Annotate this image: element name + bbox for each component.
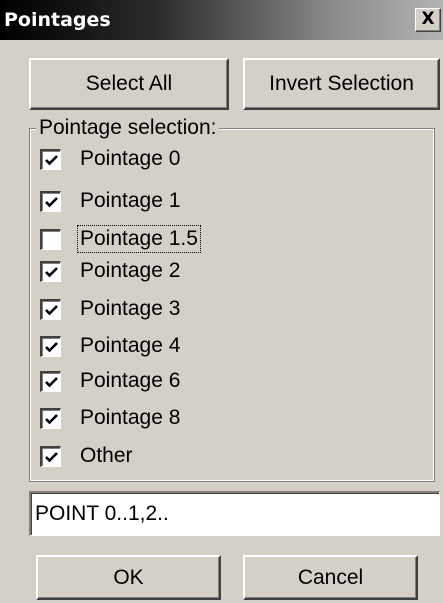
checkbox-label: Pointage 0	[80, 147, 181, 170]
checkbox-pointage-4[interactable]: Pointage 4	[40, 330, 182, 362]
ok-button[interactable]: OK	[36, 555, 221, 600]
checkmark-icon	[45, 196, 58, 207]
select-all-button[interactable]: Select All	[29, 58, 229, 110]
cancel-button[interactable]: Cancel	[243, 555, 418, 600]
pointage-filter-field[interactable]	[29, 491, 440, 536]
checkmark-icon	[45, 266, 58, 277]
checkbox-label: Pointage 2	[80, 259, 181, 282]
checkmark-icon	[45, 413, 58, 424]
checkbox-pointage-1[interactable]: Pointage 1	[40, 185, 182, 217]
checkbox-box[interactable]	[40, 148, 61, 170]
checkbox-label: Pointage 1	[80, 189, 181, 212]
checkbox-box[interactable]	[40, 260, 61, 282]
checkbox-box[interactable]	[40, 407, 61, 429]
checkmark-icon	[45, 451, 58, 462]
dialog-title: Pointages	[4, 9, 111, 31]
checkbox-other[interactable]: Other	[40, 440, 135, 472]
checkbox-label: Other	[80, 444, 133, 467]
checkbox-pointage-6[interactable]: Pointage 6	[40, 365, 182, 397]
checkmark-icon	[45, 341, 58, 352]
checkbox-label: Pointage 1.5	[77, 225, 201, 253]
pointages-dialog: Pointages X Select All Invert Selection …	[0, 0, 443, 603]
checkbox-pointage-1-5[interactable]: Pointage 1.5	[40, 223, 201, 255]
close-icon: X	[421, 9, 435, 29]
checkbox-pointage-8[interactable]: Pointage 8	[40, 402, 182, 434]
checkbox-label: Pointage 6	[80, 369, 181, 392]
checkmark-icon	[45, 304, 58, 315]
checkbox-box[interactable]	[40, 445, 61, 467]
checkbox-box[interactable]	[40, 370, 61, 392]
title-bar[interactable]: Pointages X	[0, 0, 443, 40]
checkbox-box[interactable]	[40, 228, 61, 250]
invert-selection-button[interactable]: Invert Selection	[243, 58, 440, 110]
checkbox-pointage-0[interactable]: Pointage 0	[40, 143, 182, 175]
pointage-selection-legend: Pointage selection:	[36, 116, 220, 140]
checkbox-label: Pointage 3	[80, 297, 181, 320]
checkbox-pointage-2[interactable]: Pointage 2	[40, 255, 182, 287]
checkbox-label: Pointage 4	[80, 334, 181, 357]
close-button[interactable]: X	[415, 8, 441, 32]
checkbox-pointage-3[interactable]: Pointage 3	[40, 293, 182, 325]
checkbox-box[interactable]	[40, 190, 61, 212]
checkbox-box[interactable]	[40, 298, 61, 320]
checkbox-label: Pointage 8	[80, 406, 181, 429]
checkmark-icon	[45, 376, 58, 387]
checkbox-box[interactable]	[40, 335, 61, 357]
checkmark-icon	[45, 154, 58, 165]
